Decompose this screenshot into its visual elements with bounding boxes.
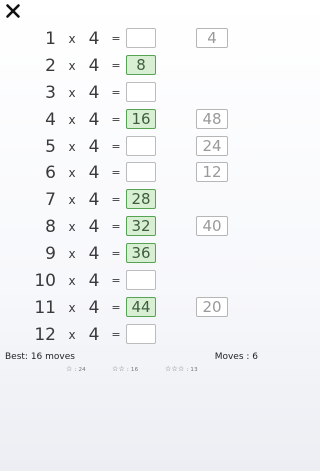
equation-row: 9 x 4 = 36 (0, 241, 265, 268)
equals-sign: = (111, 300, 121, 314)
answer-slot[interactable]: 8 (126, 54, 156, 75)
answer-tile[interactable]: 12 (196, 162, 228, 183)
times-sign: x (68, 85, 76, 100)
times-sign: x (68, 32, 76, 46)
times-sign: x (68, 166, 76, 181)
multiplicand: 12 (34, 324, 56, 345)
answer-tile[interactable]: 24 (196, 135, 228, 156)
equals-sign: = (111, 247, 121, 261)
equals-sign: = (111, 274, 121, 288)
answer-slot[interactable] (126, 28, 156, 48)
star-icon: ☆☆ (112, 365, 125, 373)
multiplier: 4 (88, 190, 100, 211)
star-threshold-label: : 24 (74, 367, 86, 373)
multiplier: 4 (88, 271, 100, 292)
star-icon: ☆☆☆ (165, 365, 185, 373)
equation-row: 11 x 4 = 44 20 (0, 295, 265, 322)
multiplicand: 8 (45, 217, 56, 238)
star-threshold-2: ☆☆ : 16 (112, 365, 138, 373)
close-button[interactable] (5, 3, 21, 19)
times-sign: x (68, 274, 76, 289)
multiplicand: 4 (45, 109, 56, 130)
times-sign: x (68, 193, 76, 208)
multiplicand: 6 (45, 163, 56, 184)
equation-row: 3 x 4 = (0, 80, 265, 107)
multiplicand: 5 (45, 136, 56, 157)
times-sign: x (68, 139, 76, 154)
answer-slot[interactable]: 16 (126, 108, 156, 129)
times-sign: x (68, 220, 76, 235)
equation-row: 8 x 4 = 32 40 (0, 214, 265, 241)
answer-slot[interactable]: 28 (126, 189, 156, 210)
multiplier: 4 (88, 109, 100, 130)
answer-tile[interactable]: 48 (196, 108, 228, 129)
equation-row: 4 x 4 = 16 48 (0, 107, 265, 134)
equation-row: 2 x 4 = 8 (0, 53, 265, 80)
equals-sign: = (111, 32, 121, 45)
times-sign: x (68, 247, 76, 262)
answer-slot[interactable] (126, 81, 156, 102)
multiplier: 4 (88, 136, 100, 157)
multiplier: 4 (88, 82, 100, 103)
moves-counter: Moves : 6 (214, 352, 258, 362)
equals-sign: = (111, 327, 121, 341)
star-threshold-label: : 13 (186, 367, 198, 373)
close-icon[interactable] (5, 3, 21, 19)
times-sign: x (68, 112, 76, 127)
equals-sign: = (111, 193, 121, 207)
multiplicand: 2 (45, 55, 56, 76)
equals-sign: = (111, 112, 121, 126)
multiplier: 4 (88, 297, 100, 318)
times-sign: x (68, 300, 76, 315)
equation-row: 5 x 4 = 24 (0, 134, 265, 161)
equals-sign: = (111, 139, 121, 153)
equation-list: 1 x 4 = 4 2 x 4 = 8 3 x 4 = 4 x 4 = 16 4… (0, 26, 265, 349)
answer-slot[interactable]: 44 (126, 296, 156, 317)
star-threshold-1: ☆ : 24 (66, 365, 86, 373)
multiplier: 4 (88, 163, 100, 184)
equals-sign: = (111, 85, 121, 99)
equation-row: 7 x 4 = 28 (0, 187, 265, 214)
multiplicand: 9 (45, 244, 56, 265)
best-score: Best: 16 moves (5, 352, 75, 362)
equals-sign: = (111, 58, 121, 72)
answer-slot[interactable] (126, 162, 156, 183)
multiplicand: 10 (34, 271, 56, 292)
star-threshold-3: ☆☆☆ : 13 (165, 365, 198, 373)
multiplicand: 7 (45, 190, 56, 211)
multiplicand: 11 (34, 297, 56, 318)
star-icon: ☆ (66, 365, 73, 373)
answer-tile[interactable]: 40 (196, 216, 228, 237)
equals-sign: = (111, 220, 121, 234)
equation-row: 12 x 4 = (0, 322, 265, 349)
multiplicand: 3 (45, 82, 56, 103)
multiplier: 4 (88, 244, 100, 265)
answer-tile[interactable]: 4 (196, 28, 228, 48)
equation-row: 1 x 4 = 4 (0, 26, 265, 53)
times-sign: x (68, 58, 76, 73)
answer-slot[interactable]: 36 (126, 243, 156, 264)
times-sign: x (68, 327, 76, 342)
equation-row: 10 x 4 = (0, 268, 265, 295)
multiplicand: 1 (45, 29, 56, 49)
answer-slot[interactable] (126, 270, 156, 291)
multiplier: 4 (88, 29, 100, 49)
answer-slot[interactable] (126, 135, 156, 156)
star-threshold-label: : 16 (126, 367, 139, 373)
multiplier: 4 (88, 324, 100, 345)
answer-tile[interactable]: 20 (196, 296, 228, 317)
multiplier: 4 (88, 55, 100, 76)
answer-slot[interactable] (126, 323, 156, 344)
multiplier: 4 (88, 217, 100, 238)
equation-row: 6 x 4 = 12 (0, 160, 265, 187)
answer-slot[interactable]: 32 (126, 216, 156, 237)
equals-sign: = (111, 166, 121, 180)
